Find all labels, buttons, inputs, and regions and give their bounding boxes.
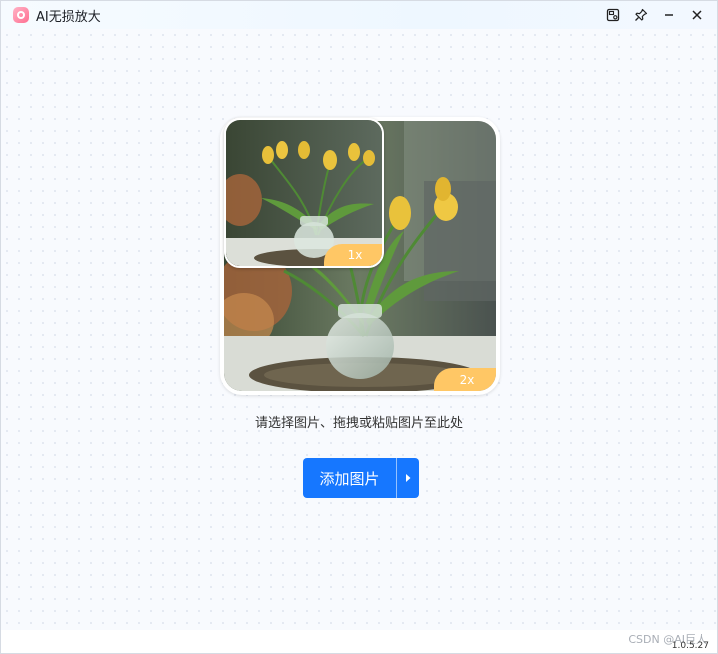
app-window: AI无损放大 2x 1x 请选择图片、拖拽或粘贴图片至此处 添加图片 CSDN … [0,0,718,654]
example-preview: 2x 1x [220,117,500,395]
pin-icon[interactable] [627,1,655,29]
example-image-original: 1x [224,118,384,268]
upscaled-badge: 2x [434,368,496,391]
minimize-icon[interactable] [655,1,683,29]
add-image-split-button: 添加图片 [303,458,419,498]
add-image-button[interactable]: 添加图片 [303,458,396,498]
snapshot-icon[interactable] [599,1,627,29]
app-title: AI无损放大 [36,9,101,25]
add-image-dropdown[interactable] [397,458,419,498]
status-bar: CSDN @AI巨人 1.0.5.27 [1,630,717,653]
drop-hint: 请选择图片、拖拽或粘贴图片至此处 [254,416,463,431]
close-icon[interactable] [683,1,711,29]
drop-zone[interactable]: 2x 1x 请选择图片、拖拽或粘贴图片至此处 添加图片 [1,29,717,630]
app-logo-icon [13,7,29,23]
original-badge: 1x [324,244,382,266]
caret-right-icon [406,474,411,482]
version-label: 1.0.5.27 [671,641,709,651]
title-bar[interactable]: AI无损放大 [1,1,717,29]
window-controls [599,1,711,29]
